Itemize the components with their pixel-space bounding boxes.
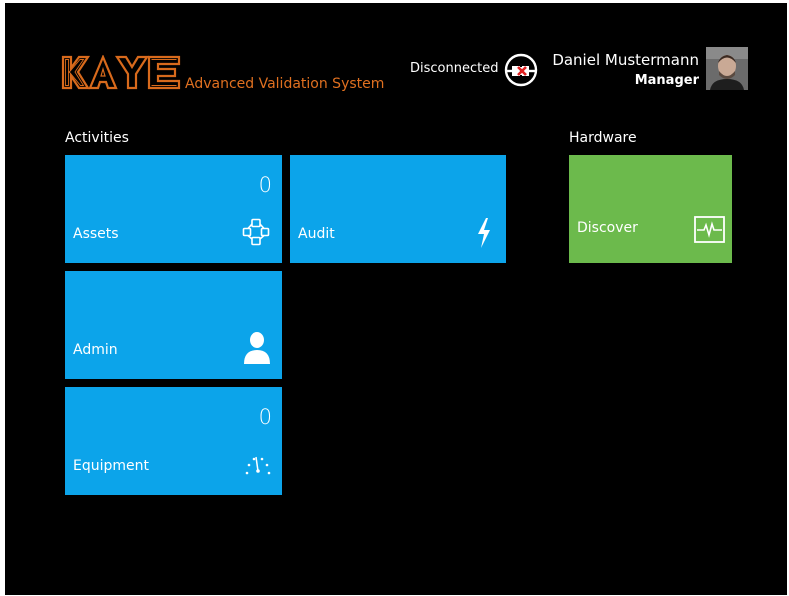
assets-label: Assets bbox=[73, 226, 119, 242]
network-nodes-icon bbox=[242, 218, 270, 246]
user-role: Manager bbox=[634, 73, 699, 88]
user-name: Daniel Mustermann bbox=[552, 51, 699, 69]
discover-label: Discover bbox=[577, 220, 638, 236]
section-activities: Activities bbox=[65, 130, 129, 146]
equipment-label: Equipment bbox=[73, 458, 149, 474]
section-hardware: Hardware bbox=[569, 130, 637, 146]
tile-discover[interactable]: Discover bbox=[569, 155, 732, 263]
tile-admin[interactable]: Admin bbox=[65, 271, 282, 379]
tile-equipment[interactable]: 0 Equipment bbox=[65, 387, 282, 495]
lightning-icon bbox=[478, 218, 490, 248]
plug-disconnected-icon[interactable] bbox=[504, 53, 538, 87]
gauge-icon bbox=[245, 456, 271, 475]
admin-label: Admin bbox=[73, 342, 118, 358]
kaye-logo bbox=[61, 55, 181, 90]
connection-status-text: Disconnected bbox=[410, 61, 499, 76]
avatar[interactable] bbox=[706, 47, 748, 90]
pulse-monitor-icon bbox=[694, 216, 725, 243]
tile-assets[interactable]: 0 Assets bbox=[65, 155, 282, 263]
assets-count: 0 bbox=[258, 173, 272, 197]
app-window: Advanced Validation System Disconnected … bbox=[5, 3, 787, 595]
audit-label: Audit bbox=[298, 226, 335, 242]
tile-audit[interactable]: Audit bbox=[290, 155, 506, 263]
equipment-count: 0 bbox=[258, 405, 272, 429]
app-subtitle: Advanced Validation System bbox=[185, 76, 385, 92]
person-icon bbox=[244, 332, 270, 364]
